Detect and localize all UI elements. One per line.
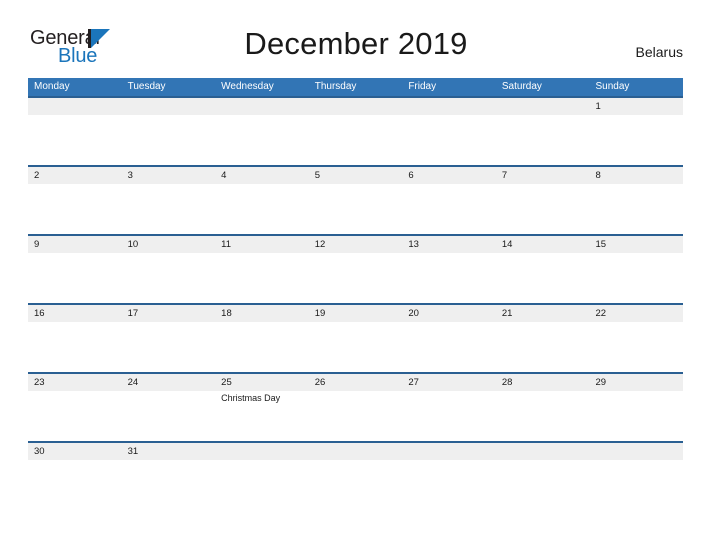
calendar-grid: Monday Tuesday Wednesday Thursday Friday… xyxy=(28,78,683,473)
day-number: 13 xyxy=(408,239,419,250)
day-cell[interactable]: 16 xyxy=(28,305,122,372)
calendar-week-row: 16 17 18 19 20 21 22 xyxy=(28,303,683,372)
day-number: 7 xyxy=(501,170,508,181)
calendar-week-body: 9 10 11 12 13 14 15 xyxy=(28,236,683,303)
day-cell[interactable] xyxy=(309,443,403,473)
calendar-week-row: 30 31 xyxy=(28,441,683,473)
day-cell[interactable]: 31 xyxy=(122,443,216,473)
day-cell[interactable]: 26 xyxy=(309,374,403,441)
page-header: General Blue December 2019 Belarus xyxy=(0,0,712,78)
weekday-header-saturday: Saturday xyxy=(501,81,542,92)
day-cell[interactable] xyxy=(589,443,683,473)
day-number: 25 xyxy=(221,377,232,388)
day-number: 1 xyxy=(595,101,601,112)
day-cell[interactable]: 20 xyxy=(402,305,496,372)
calendar-week-row: 9 10 11 12 13 14 15 xyxy=(28,234,683,303)
weekday-header-friday: Friday xyxy=(408,81,437,92)
weekday-header-wednesday: Wednesday xyxy=(221,81,274,92)
day-number: 24 xyxy=(127,377,139,388)
day-cell[interactable] xyxy=(402,443,496,473)
day-cell[interactable]: 12 xyxy=(309,236,403,303)
day-number: 2 xyxy=(34,170,40,181)
day-cell[interactable]: 15 xyxy=(589,236,683,303)
day-cell[interactable]: 3 xyxy=(122,167,216,234)
day-cell[interactable]: 6 xyxy=(402,167,496,234)
day-cell[interactable]: 27 xyxy=(402,374,496,441)
weekday-header-thursday: Thursday xyxy=(314,81,357,92)
day-cell[interactable]: 1 xyxy=(589,98,683,165)
day-number: 27 xyxy=(408,377,419,388)
calendar-week-body: 23 24 25 Christmas Day 26 27 28 29 xyxy=(28,374,683,441)
day-cell[interactable]: 4 xyxy=(215,167,309,234)
calendar-week-body: 30 31 xyxy=(28,443,683,473)
day-cell[interactable]: 17 xyxy=(122,305,216,372)
day-number: 29 xyxy=(595,377,607,388)
day-number: 23 xyxy=(34,377,45,388)
day-number: 11 xyxy=(221,239,232,250)
day-cell[interactable] xyxy=(496,443,590,473)
day-number: 5 xyxy=(314,170,321,181)
day-cell[interactable]: 9 xyxy=(28,236,122,303)
weekday-header-row: Monday Tuesday Wednesday Thursday Friday… xyxy=(28,78,683,96)
day-cell[interactable]: 13 xyxy=(402,236,496,303)
weekday-header-monday: Monday xyxy=(34,81,70,92)
calendar-week-row: 1 xyxy=(28,96,683,165)
weekday-header-sunday: Sunday xyxy=(595,81,630,92)
day-number: 12 xyxy=(314,239,326,250)
day-cell[interactable]: 8 xyxy=(589,167,683,234)
day-cell[interactable]: 19 xyxy=(309,305,403,372)
day-number: 16 xyxy=(34,308,45,319)
calendar-page: General Blue December 2019 Belarus Monda… xyxy=(0,0,712,550)
day-number: 14 xyxy=(501,239,513,250)
calendar-week-row: 2 3 4 5 6 7 8 xyxy=(28,165,683,234)
day-cell[interactable]: 2 xyxy=(28,167,122,234)
day-number: 8 xyxy=(595,170,601,181)
day-number: 20 xyxy=(408,308,419,319)
day-cell[interactable]: 23 xyxy=(28,374,122,441)
day-cell[interactable]: 25 Christmas Day xyxy=(215,374,309,441)
day-number: 26 xyxy=(314,377,326,388)
day-cell[interactable]: 29 xyxy=(589,374,683,441)
day-cell[interactable]: 24 xyxy=(122,374,216,441)
weekday-header-tuesday: Tuesday xyxy=(127,81,166,92)
day-cell[interactable] xyxy=(496,98,590,165)
day-number: 18 xyxy=(221,308,232,319)
day-cell[interactable] xyxy=(215,443,309,473)
day-cell[interactable] xyxy=(402,98,496,165)
day-event: Christmas Day xyxy=(221,393,281,403)
day-cell[interactable] xyxy=(215,98,309,165)
day-cell[interactable]: 30 xyxy=(28,443,122,473)
country-label: Belarus xyxy=(635,44,683,60)
day-number: 22 xyxy=(595,308,607,319)
day-cell[interactable]: 21 xyxy=(496,305,590,372)
day-number: 21 xyxy=(501,308,513,319)
calendar-week-row: 23 24 25 Christmas Day 26 27 28 29 xyxy=(28,372,683,441)
calendar-week-body: 2 3 4 5 6 7 8 xyxy=(28,167,683,234)
day-number: 4 xyxy=(221,170,227,181)
day-cell[interactable]: 22 xyxy=(589,305,683,372)
day-cell[interactable]: 18 xyxy=(215,305,309,372)
day-number: 6 xyxy=(408,170,414,181)
day-cell[interactable]: 28 xyxy=(496,374,590,441)
day-cell[interactable]: 5 xyxy=(309,167,403,234)
day-number: 17 xyxy=(127,308,139,319)
day-cell[interactable]: 11 xyxy=(215,236,309,303)
day-cell[interactable]: 10 xyxy=(122,236,216,303)
day-number: 9 xyxy=(34,239,40,250)
day-cell[interactable] xyxy=(28,98,122,165)
day-cell[interactable] xyxy=(122,98,216,165)
day-cell[interactable]: 7 xyxy=(496,167,590,234)
calendar-week-body: 16 17 18 19 20 21 22 xyxy=(28,305,683,372)
day-number: 15 xyxy=(595,239,607,250)
day-number: 30 xyxy=(34,446,45,457)
day-number: 3 xyxy=(127,170,133,181)
day-number: 31 xyxy=(127,446,139,457)
page-title: December 2019 xyxy=(244,26,468,61)
day-number: 19 xyxy=(314,308,326,319)
day-cell[interactable] xyxy=(309,98,403,165)
day-number: 10 xyxy=(127,239,139,250)
day-cell[interactable]: 14 xyxy=(496,236,590,303)
calendar-week-body: 1 xyxy=(28,98,683,165)
day-number: 28 xyxy=(501,377,513,388)
